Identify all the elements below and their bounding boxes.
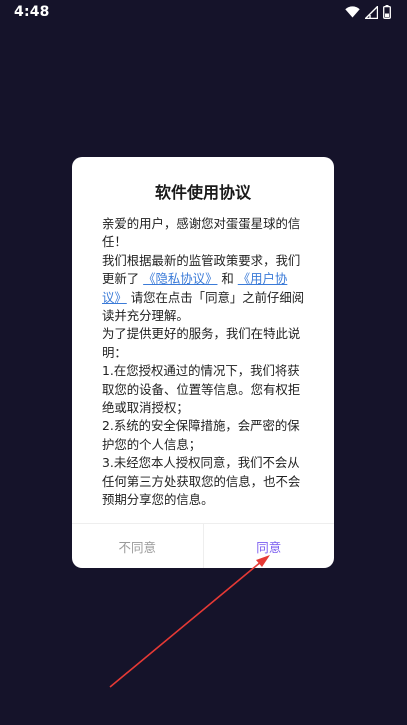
dialog-title: 软件使用协议	[154, 183, 251, 202]
privacy-agreement-link[interactable]: 《隐私协议》	[143, 271, 217, 286]
agreement-dialog: 软件使用协议 亲爱的用户，感谢您对蛋蛋星球的信任！ 我们根据最新的监管政策要求，…	[72, 157, 334, 568]
dialog-body[interactable]: 亲爱的用户，感谢您对蛋蛋星球的信任！ 我们根据最新的监管政策要求，我们更新了 《…	[102, 215, 308, 505]
disagree-button[interactable]: 不同意	[72, 524, 204, 568]
wifi-icon	[345, 6, 360, 18]
status-time: 4:48	[14, 4, 50, 20]
and-text: 和	[221, 271, 234, 287]
update-paragraph: 我们根据最新的监管政策要求，我们更新了 《隐私协议》 和 《用户协议》 请您在点…	[102, 252, 308, 326]
terms-item-3: 3.未经您本人授权同意，我们不会从任何第三方处获取您的信息，也不会预期分享您的信…	[102, 455, 301, 505]
dialog-footer: 不同意 同意	[72, 523, 334, 568]
greeting-paragraph: 亲爱的用户，感谢您对蛋蛋星球的信任！	[102, 216, 301, 250]
signal-icon	[365, 5, 378, 19]
update-suffix: 请您在点击「同意」之前仔细阅读并充分理解。	[102, 289, 305, 324]
terms-item-2: 2.系统的安全保障措施，会严密的保护您的个人信息；	[102, 418, 300, 452]
agree-button[interactable]: 同意	[204, 524, 335, 568]
terms-item-1: 1.在您授权通过的情况下，我们将获取您的设备、位置等信息。您有权拒绝或取消授权；	[102, 363, 301, 416]
battery-icon	[383, 5, 391, 19]
status-bar: 4:48	[0, 0, 407, 26]
status-icons	[345, 5, 391, 19]
service-paragraph: 为了提供更好的服务，我们在特此说明：	[102, 326, 301, 360]
